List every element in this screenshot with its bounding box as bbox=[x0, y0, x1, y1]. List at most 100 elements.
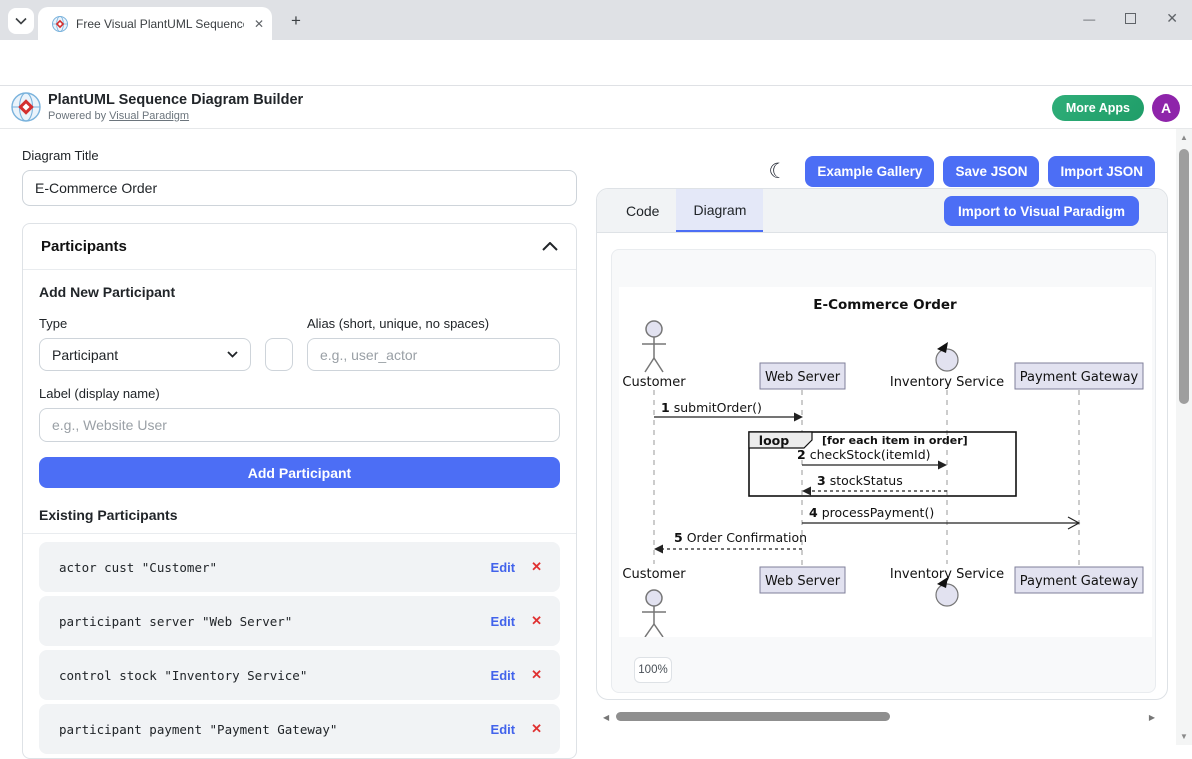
visual-paradigm-logo-icon bbox=[11, 92, 41, 122]
dark-mode-toggle-icon[interactable]: ☾ bbox=[769, 161, 788, 182]
diagram-title-input[interactable] bbox=[22, 170, 577, 206]
import-json-button[interactable]: Import JSON bbox=[1048, 156, 1155, 187]
display-name-label: Label (display name) bbox=[39, 386, 560, 401]
alias-input[interactable] bbox=[307, 338, 560, 371]
participant-row: participant payment "Payment Gateway" Ed… bbox=[39, 704, 560, 754]
window-maximize-button[interactable] bbox=[1125, 13, 1136, 24]
diagram-viewport: E-Commerce Order Customer bbox=[611, 249, 1156, 693]
message-text: 4processPayment() bbox=[809, 505, 934, 520]
zoom-level-badge[interactable]: 100% bbox=[634, 657, 672, 683]
scroll-right-icon[interactable]: ▶ bbox=[1149, 713, 1155, 722]
delete-participant-icon[interactable]: ✕ bbox=[531, 721, 542, 737]
participant-code: participant server "Web Server" bbox=[59, 614, 292, 629]
tab-code[interactable]: Code bbox=[609, 189, 676, 232]
delete-participant-icon[interactable]: ✕ bbox=[531, 559, 542, 575]
edit-participant-link[interactable]: Edit bbox=[491, 668, 516, 683]
arrowhead bbox=[802, 487, 811, 496]
participant-label: Inventory Service bbox=[890, 375, 1004, 390]
participant-code: control stock "Inventory Service" bbox=[59, 668, 307, 683]
diagram-title: E-Commerce Order bbox=[813, 297, 957, 313]
powered-by: Powered by Visual Paradigm bbox=[48, 110, 189, 122]
participants-card: Participants Add New Participant Type Pa… bbox=[22, 223, 577, 759]
scroll-up-icon[interactable]: ▲ bbox=[1180, 133, 1188, 142]
delete-participant-icon[interactable]: ✕ bbox=[531, 613, 542, 629]
participant-row: actor cust "Customer" Edit ✕ bbox=[39, 542, 560, 592]
example-gallery-button[interactable]: Example Gallery bbox=[805, 156, 934, 187]
browser-tab-strip: Free Visual PlantUML Sequence ✕ + — ✕ bbox=[0, 0, 1192, 40]
message-text: 1submitOrder() bbox=[661, 400, 762, 415]
app-header: PlantUML Sequence Diagram Builder Powere… bbox=[0, 86, 1192, 129]
edit-participant-link[interactable]: Edit bbox=[491, 560, 516, 575]
add-participant-button[interactable]: Add Participant bbox=[39, 457, 560, 488]
participant-code: participant payment "Payment Gateway" bbox=[59, 722, 337, 737]
actor-icon bbox=[642, 321, 666, 372]
type-column: Type Participant bbox=[39, 316, 251, 371]
delete-participant-icon[interactable]: ✕ bbox=[531, 667, 542, 683]
participants-title: Participants bbox=[41, 238, 127, 255]
app-title: PlantUML Sequence Diagram Builder bbox=[48, 92, 303, 108]
editor-panel: Diagram Title Participants Add New Parti… bbox=[22, 148, 577, 759]
preview-tabbar: Code Diagram Import to Visual Paradigm bbox=[597, 189, 1167, 233]
diagram-actions-row: ☾ Example Gallery Save JSON Import JSON bbox=[596, 155, 1168, 187]
site-favicon-icon bbox=[52, 16, 68, 32]
scroll-left-icon[interactable]: ◀ bbox=[603, 713, 609, 722]
vertical-scrollbar[interactable]: ▲ ▼ bbox=[1176, 129, 1192, 745]
sequence-diagram-render: E-Commerce Order Customer bbox=[619, 287, 1152, 637]
type-label: Type bbox=[39, 316, 251, 331]
type-extra-input[interactable] bbox=[265, 338, 293, 371]
control-icon bbox=[936, 342, 958, 371]
chevron-down-icon bbox=[15, 17, 27, 25]
participant-label: Payment Gateway bbox=[1020, 574, 1139, 589]
edit-participant-link[interactable]: Edit bbox=[491, 722, 516, 737]
loop-label: loop bbox=[759, 433, 789, 448]
arrowhead bbox=[938, 461, 947, 470]
browser-toolbar: ← → ↻ ai-toolbox.visual-paradigm.com/app… bbox=[0, 40, 1192, 86]
import-to-visual-paradigm-button[interactable]: Import to Visual Paradigm bbox=[944, 196, 1139, 226]
tab-diagram[interactable]: Diagram bbox=[676, 189, 763, 232]
alias-label: Alias (short, unique, no spaces) bbox=[307, 316, 560, 331]
window-close-button[interactable]: ✕ bbox=[1166, 10, 1178, 27]
loop-condition: [for each item in order] bbox=[822, 434, 968, 447]
display-name-input[interactable] bbox=[39, 408, 560, 442]
window-minimize-button[interactable]: — bbox=[1083, 12, 1095, 26]
new-tab-button[interactable]: + bbox=[284, 9, 308, 33]
powered-by-prefix: Powered by bbox=[48, 110, 106, 122]
participant-label: Web Server bbox=[765, 370, 841, 385]
more-apps-button[interactable]: More Apps bbox=[1052, 95, 1144, 121]
edit-participant-link[interactable]: Edit bbox=[491, 614, 516, 629]
participant-label: Payment Gateway bbox=[1020, 370, 1139, 385]
participant-row: participant server "Web Server" Edit ✕ bbox=[39, 596, 560, 646]
horizontal-scrollbar-thumb[interactable] bbox=[616, 712, 890, 721]
type-select[interactable]: Participant bbox=[39, 338, 251, 371]
participant-code: actor cust "Customer" bbox=[59, 560, 217, 575]
chevron-up-icon bbox=[542, 242, 558, 251]
scroll-down-icon[interactable]: ▼ bbox=[1180, 732, 1188, 741]
divider bbox=[23, 533, 576, 534]
tab-close-icon[interactable]: ✕ bbox=[254, 17, 264, 31]
preview-card: Code Diagram Import to Visual Paradigm E… bbox=[596, 188, 1168, 700]
save-json-button[interactable]: Save JSON bbox=[943, 156, 1039, 187]
tab-title: Free Visual PlantUML Sequence bbox=[76, 17, 244, 31]
message-text: 5Order Confirmation bbox=[674, 530, 807, 545]
user-avatar[interactable]: A bbox=[1152, 94, 1180, 122]
vertical-scrollbar-thumb[interactable] bbox=[1179, 149, 1189, 404]
participant-label: Customer bbox=[622, 375, 686, 390]
participants-header[interactable]: Participants bbox=[23, 224, 576, 270]
tab-search-button[interactable] bbox=[8, 8, 34, 34]
participant-label: Customer bbox=[622, 567, 686, 582]
visual-paradigm-link[interactable]: Visual Paradigm bbox=[109, 110, 189, 122]
add-new-participant-title: Add New Participant bbox=[39, 284, 560, 300]
horizontal-scrollbar[interactable]: ◀ ▶ bbox=[600, 710, 1158, 724]
diagram-title-label: Diagram Title bbox=[22, 148, 577, 163]
arrowhead bbox=[654, 545, 663, 554]
chevron-down-icon bbox=[227, 351, 238, 358]
message-text: 2checkStock(itemId) bbox=[797, 447, 931, 462]
type-selected-value: Participant bbox=[52, 347, 118, 363]
message-text: 3stockStatus bbox=[817, 473, 903, 488]
participant-label: Web Server bbox=[765, 574, 841, 589]
browser-tab[interactable]: Free Visual PlantUML Sequence ✕ bbox=[38, 7, 272, 40]
alias-column: Alias (short, unique, no spaces) bbox=[307, 316, 560, 371]
existing-participants-title: Existing Participants bbox=[39, 507, 560, 523]
actor-icon bbox=[642, 590, 666, 637]
participant-row: control stock "Inventory Service" Edit ✕ bbox=[39, 650, 560, 700]
